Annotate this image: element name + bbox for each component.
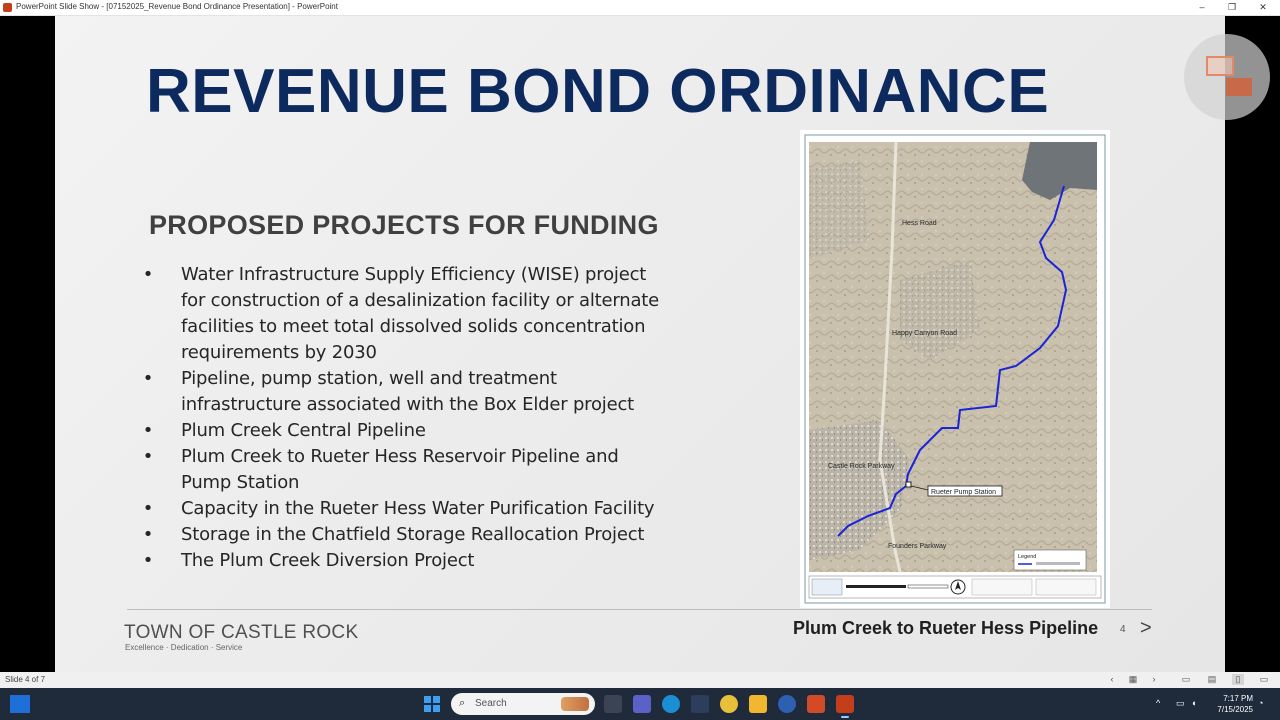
map-label-hess-road: Hess Road <box>902 220 937 227</box>
map-label-pump-station: Rueter Pump Station <box>931 489 996 496</box>
volume-icon[interactable]: ◖ <box>1191 698 1196 708</box>
footer-divider <box>127 609 1152 610</box>
file-explorer-icon[interactable] <box>749 695 767 713</box>
search-placeholder: Search <box>475 698 507 709</box>
presenter-view-icon[interactable] <box>1184 34 1270 120</box>
task-view-icon[interactable] <box>604 695 622 713</box>
list-item: • The Plum Creek Diversion Project <box>141 548 661 574</box>
list-item: • Storage in the Chatfield Storage Reallo… <box>141 522 661 548</box>
next-slide-icon[interactable]: › <box>1148 674 1160 685</box>
taskbar-search-box[interactable]: ⌕ Search <box>451 693 595 715</box>
chrome-browser-icon[interactable] <box>720 695 738 713</box>
minimize-button[interactable]: – <box>1189 1 1215 14</box>
search-icon: ⌕ <box>459 697 466 709</box>
powerpoint-app-icon <box>3 3 12 12</box>
map-label-castle-rock-parkway: Castle Rock Parkway <box>828 463 895 470</box>
teams-chat-icon[interactable] <box>633 695 651 713</box>
list-item: • Water Infrastructure Supply Efficiency … <box>142 264 660 363</box>
slide-title: REVENUE BOND ORDINANCE <box>146 57 1050 126</box>
slide[interactable]: REVENUE BOND ORDINANCE PROPOSED PROJECTS… <box>55 16 1225 672</box>
tray-overflow-chevron-icon[interactable]: ^ <box>1156 698 1160 708</box>
bullet-glyph: • <box>142 550 154 571</box>
recording-app-icon[interactable] <box>807 695 825 713</box>
previous-slide-icon[interactable]: ‹ <box>1106 674 1118 685</box>
powerpoint-taskbar-icon[interactable] <box>836 695 854 718</box>
notification-bell-icon[interactable]: ◔ <box>1258 698 1263 708</box>
slide-counter: Slide 4 of 7 <box>5 675 46 684</box>
bullet-glyph: • <box>142 446 154 467</box>
pinned-app-icon[interactable] <box>10 695 30 713</box>
status-bar: Slide 4 of 7 ‹ ▦ › ▭ ▤ ▯ ▭ <box>0 672 1280 688</box>
slide-sorter-icon[interactable]: ▤ <box>1206 674 1218 685</box>
bullet-glyph: • <box>142 524 154 545</box>
castle-rock-water-logo <box>811 578 843 596</box>
project-bullet-list: • Water Infrastructure Supply Efficiency … <box>141 262 661 574</box>
footer-organization: TOWN OF CASTLE ROCK <box>124 622 359 643</box>
pipeline-map: Hess Road Happy Canyon Road Castle Rock … <box>800 130 1110 608</box>
bullet-glyph: • <box>142 264 154 285</box>
map-legend-title: Legend <box>1018 554 1036 560</box>
edge-browser-icon[interactable] <box>662 695 680 713</box>
slide-show-icon[interactable]: ▭ <box>1258 674 1270 685</box>
slide-menu-icon[interactable]: ▦ <box>1127 674 1139 685</box>
footer-caption: Plum Creek to Rueter Hess Pipeline <box>793 618 1099 638</box>
list-item: • Capacity in the Rueter Hess Water Purif… <box>141 496 661 522</box>
bullet-glyph: • <box>142 368 154 389</box>
window-title: PowerPoint Slide Show - [07152025_Revenu… <box>16 2 338 11</box>
windows-taskbar: ⌕ Search ^ ▭ ◖ 7:17 PM 7/15/2025 ◔ <box>0 688 1280 720</box>
footer-tagline: Excellence · Dedication · Service <box>125 643 243 652</box>
taskbar-clock[interactable]: 7:17 PM 7/15/2025 <box>1205 693 1253 715</box>
next-slide-arrow[interactable]: > <box>1140 617 1152 640</box>
bullet-glyph: • <box>142 420 154 441</box>
bullet-glyph: • <box>142 498 154 519</box>
slide-show-stage: REVENUE BOND ORDINANCE PROPOSED PROJECTS… <box>0 16 1280 672</box>
list-item: • Plum Creek to Rueter Hess Reservoir Pip… <box>142 446 619 493</box>
window-title-bar: PowerPoint Slide Show - [07152025_Revenu… <box>0 0 1280 16</box>
network-icon[interactable]: ▭ <box>1176 698 1185 709</box>
slide-number: 4 <box>1120 624 1126 635</box>
map-label-founders-parkway: Founders Parkway <box>888 543 947 550</box>
slide-subtitle: PROPOSED PROJECTS FOR FUNDING <box>149 210 659 240</box>
map-label-happy-canyon: Happy Canyon Road <box>892 330 957 337</box>
list-item: • Plum Creek Central Pipeline <box>141 418 661 444</box>
store-icon[interactable] <box>691 695 709 713</box>
normal-view-icon[interactable]: ▭ <box>1180 674 1192 685</box>
restore-button[interactable]: ❐ <box>1219 1 1245 14</box>
search-highlight-icon <box>561 697 589 711</box>
reading-view-icon[interactable]: ▯ <box>1232 674 1244 685</box>
webex-icon[interactable] <box>778 695 796 713</box>
list-item: • Pipeline, pump station, well and treatm… <box>142 368 635 415</box>
close-button[interactable]: ✕ <box>1250 1 1276 14</box>
start-button[interactable] <box>424 696 440 712</box>
